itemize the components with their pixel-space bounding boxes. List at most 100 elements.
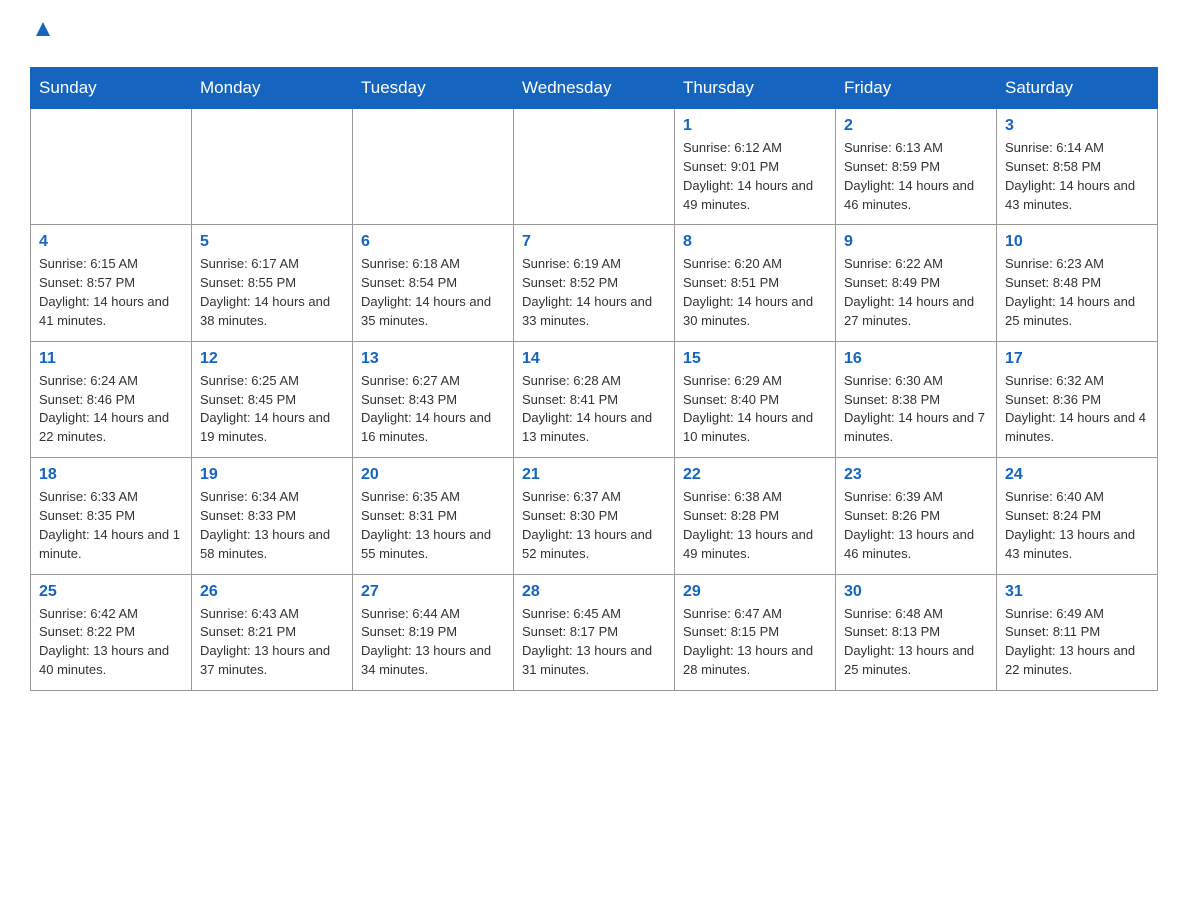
day-info: Sunrise: 6:43 AMSunset: 8:21 PMDaylight:… <box>200 605 344 680</box>
day-of-week-header: Wednesday <box>514 68 675 109</box>
day-of-week-header: Saturday <box>997 68 1158 109</box>
day-number: 10 <box>1005 233 1149 251</box>
calendar-cell: 8Sunrise: 6:20 AMSunset: 8:51 PMDaylight… <box>675 225 836 341</box>
day-number: 12 <box>200 350 344 368</box>
day-info: Sunrise: 6:29 AMSunset: 8:40 PMDaylight:… <box>683 372 827 447</box>
day-info: Sunrise: 6:48 AMSunset: 8:13 PMDaylight:… <box>844 605 988 680</box>
day-number: 11 <box>39 350 183 368</box>
day-number: 1 <box>683 117 827 135</box>
day-number: 24 <box>1005 466 1149 484</box>
day-number: 18 <box>39 466 183 484</box>
calendar-cell: 31Sunrise: 6:49 AMSunset: 8:11 PMDayligh… <box>997 574 1158 690</box>
day-info: Sunrise: 6:25 AMSunset: 8:45 PMDaylight:… <box>200 372 344 447</box>
day-info: Sunrise: 6:15 AMSunset: 8:57 PMDaylight:… <box>39 255 183 330</box>
day-info: Sunrise: 6:49 AMSunset: 8:11 PMDaylight:… <box>1005 605 1149 680</box>
calendar-table: SundayMondayTuesdayWednesdayThursdayFrid… <box>30 67 1158 691</box>
day-of-week-header: Sunday <box>31 68 192 109</box>
calendar-cell <box>514 109 675 225</box>
day-of-week-header: Thursday <box>675 68 836 109</box>
day-number: 21 <box>522 466 666 484</box>
calendar-cell: 10 Sunrise: 6:23 AMSunset: 8:48 PMDayligh… <box>997 225 1158 341</box>
calendar-cell: 18 Sunrise: 6:33 AMSunset: 8:35 PMDayligh… <box>31 458 192 574</box>
day-info: Sunrise: 6:38 AMSunset: 8:28 PMDaylight:… <box>683 488 827 563</box>
day-number: 27 <box>361 583 505 601</box>
day-info: Sunrise: 6:28 AMSunset: 8:41 PMDaylight:… <box>522 372 666 447</box>
logo <box>30 20 54 49</box>
day-number: 30 <box>844 583 988 601</box>
day-info: Sunrise: 6:22 AMSunset: 8:49 PMDaylight:… <box>844 255 988 330</box>
calendar-cell: 5Sunrise: 6:17 AMSunset: 8:55 PMDaylight… <box>192 225 353 341</box>
day-info: Sunrise: 6:17 AMSunset: 8:55 PMDaylight:… <box>200 255 344 330</box>
calendar-cell <box>353 109 514 225</box>
day-number: 7 <box>522 233 666 251</box>
day-number: 13 <box>361 350 505 368</box>
calendar-cell: 30 Sunrise: 6:48 AMSunset: 8:13 PMDayligh… <box>836 574 997 690</box>
calendar-cell: 3 Sunrise: 6:14 AMSunset: 8:58 PMDaylight… <box>997 109 1158 225</box>
day-info: Sunrise: 6:30 AMSunset: 8:38 PMDaylight:… <box>844 372 988 447</box>
day-of-week-header: Friday <box>836 68 997 109</box>
calendar-cell: 16 Sunrise: 6:30 AMSunset: 8:38 PMDayligh… <box>836 341 997 457</box>
day-info: Sunrise: 6:47 AMSunset: 8:15 PMDaylight:… <box>683 605 827 680</box>
day-number: 3 <box>1005 117 1149 135</box>
calendar-cell: 2Sunrise: 6:13 AMSunset: 8:59 PMDaylight… <box>836 109 997 225</box>
calendar-cell <box>192 109 353 225</box>
day-info: Sunrise: 6:33 AMSunset: 8:35 PMDaylight:… <box>39 488 183 563</box>
calendar-cell: 9 Sunrise: 6:22 AMSunset: 8:49 PMDaylight… <box>836 225 997 341</box>
day-number: 20 <box>361 466 505 484</box>
day-number: 4 <box>39 233 183 251</box>
day-number: 25 <box>39 583 183 601</box>
day-number: 29 <box>683 583 827 601</box>
day-info: Sunrise: 6:12 AMSunset: 9:01 PMDaylight:… <box>683 139 827 214</box>
calendar-week-row: 18 Sunrise: 6:33 AMSunset: 8:35 PMDayligh… <box>31 458 1158 574</box>
day-info: Sunrise: 6:37 AMSunset: 8:30 PMDaylight:… <box>522 488 666 563</box>
calendar-cell: 4 Sunrise: 6:15 AMSunset: 8:57 PMDaylight… <box>31 225 192 341</box>
day-info: Sunrise: 6:45 AMSunset: 8:17 PMDaylight:… <box>522 605 666 680</box>
day-of-week-header: Monday <box>192 68 353 109</box>
calendar-cell <box>31 109 192 225</box>
calendar-cell: 6 Sunrise: 6:18 AMSunset: 8:54 PMDaylight… <box>353 225 514 341</box>
day-info: Sunrise: 6:44 AMSunset: 8:19 PMDaylight:… <box>361 605 505 680</box>
calendar-cell: 29 Sunrise: 6:47 AMSunset: 8:15 PMDayligh… <box>675 574 836 690</box>
calendar-cell: 27 Sunrise: 6:44 AMSunset: 8:19 PMDayligh… <box>353 574 514 690</box>
calendar-cell: 14 Sunrise: 6:28 AMSunset: 8:41 PMDayligh… <box>514 341 675 457</box>
calendar-cell: 26 Sunrise: 6:43 AMSunset: 8:21 PMDayligh… <box>192 574 353 690</box>
day-info: Sunrise: 6:32 AMSunset: 8:36 PMDaylight:… <box>1005 372 1149 447</box>
day-info: Sunrise: 6:39 AMSunset: 8:26 PMDaylight:… <box>844 488 988 563</box>
day-info: Sunrise: 6:18 AMSunset: 8:54 PMDaylight:… <box>361 255 505 330</box>
calendar-cell: 19 Sunrise: 6:34 AMSunset: 8:33 PMDayligh… <box>192 458 353 574</box>
calendar-cell: 24 Sunrise: 6:40 AMSunset: 8:24 PMDayligh… <box>997 458 1158 574</box>
day-of-week-header: Tuesday <box>353 68 514 109</box>
day-info: Sunrise: 6:34 AMSunset: 8:33 PMDaylight:… <box>200 488 344 563</box>
calendar-cell: 7 Sunrise: 6:19 AMSunset: 8:52 PMDaylight… <box>514 225 675 341</box>
calendar-cell: 13 Sunrise: 6:27 AMSunset: 8:43 PMDayligh… <box>353 341 514 457</box>
day-number: 16 <box>844 350 988 368</box>
day-info: Sunrise: 6:23 AMSunset: 8:48 PMDaylight:… <box>1005 255 1149 330</box>
day-number: 28 <box>522 583 666 601</box>
day-number: 9 <box>844 233 988 251</box>
day-number: 23 <box>844 466 988 484</box>
day-info: Sunrise: 6:27 AMSunset: 8:43 PMDaylight:… <box>361 372 505 447</box>
calendar-cell: 23 Sunrise: 6:39 AMSunset: 8:26 PMDayligh… <box>836 458 997 574</box>
logo-triangle-icon <box>32 18 54 40</box>
day-info: Sunrise: 6:40 AMSunset: 8:24 PMDaylight:… <box>1005 488 1149 563</box>
calendar-cell: 20 Sunrise: 6:35 AMSunset: 8:31 PMDayligh… <box>353 458 514 574</box>
calendar-cell: 22Sunrise: 6:38 AMSunset: 8:28 PMDayligh… <box>675 458 836 574</box>
calendar-header-row: SundayMondayTuesdayWednesdayThursdayFrid… <box>31 68 1158 109</box>
page-header <box>30 20 1158 49</box>
calendar-cell: 15 Sunrise: 6:29 AMSunset: 8:40 PMDayligh… <box>675 341 836 457</box>
day-number: 19 <box>200 466 344 484</box>
calendar-week-row: 4 Sunrise: 6:15 AMSunset: 8:57 PMDaylight… <box>31 225 1158 341</box>
day-info: Sunrise: 6:24 AMSunset: 8:46 PMDaylight:… <box>39 372 183 447</box>
calendar-week-row: 11 Sunrise: 6:24 AMSunset: 8:46 PMDayligh… <box>31 341 1158 457</box>
day-info: Sunrise: 6:42 AMSunset: 8:22 PMDaylight:… <box>39 605 183 680</box>
day-info: Sunrise: 6:35 AMSunset: 8:31 PMDaylight:… <box>361 488 505 563</box>
day-info: Sunrise: 6:19 AMSunset: 8:52 PMDaylight:… <box>522 255 666 330</box>
day-number: 26 <box>200 583 344 601</box>
day-number: 8 <box>683 233 827 251</box>
calendar-cell: 17Sunrise: 6:32 AMSunset: 8:36 PMDayligh… <box>997 341 1158 457</box>
calendar-week-row: 25 Sunrise: 6:42 AMSunset: 8:22 PMDayligh… <box>31 574 1158 690</box>
day-number: 6 <box>361 233 505 251</box>
day-info: Sunrise: 6:14 AMSunset: 8:58 PMDaylight:… <box>1005 139 1149 214</box>
day-number: 14 <box>522 350 666 368</box>
day-number: 15 <box>683 350 827 368</box>
